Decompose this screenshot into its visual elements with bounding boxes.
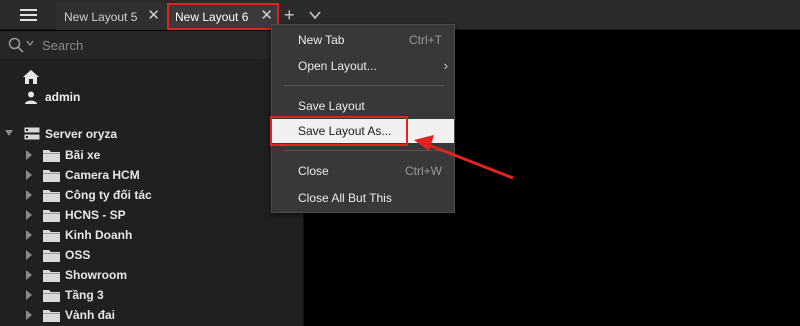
close-icon[interactable]: ✕ — [147, 8, 160, 24]
caret-right-icon[interactable] — [26, 170, 32, 180]
user-icon — [25, 91, 37, 104]
chevron-down-icon[interactable] — [26, 40, 34, 46]
server-icon — [24, 127, 40, 140]
tree-item-label: HCNS - SP — [65, 208, 126, 222]
caret-right-icon[interactable] — [26, 270, 32, 280]
menu-item-close[interactable]: Close Ctrl+W — [272, 159, 454, 183]
menu-separator — [284, 150, 444, 151]
search-icon[interactable] — [8, 37, 24, 53]
folder-icon — [43, 290, 60, 302]
menu-item-label: Open Layout... — [298, 59, 377, 73]
caret-right-icon[interactable] — [26, 210, 32, 220]
tree-item-server[interactable]: Server oryza — [0, 125, 304, 143]
menu-item-label: Close All But This — [298, 191, 392, 205]
tree-item-folder[interactable]: Showroom — [0, 265, 304, 285]
hamburger-menu-icon — [19, 9, 37, 21]
search-bar — [0, 31, 304, 59]
plus-icon[interactable]: + — [284, 5, 295, 25]
chevron-right-icon: › — [443, 58, 448, 73]
tab-new-layout-5[interactable]: New Layout 5 ✕ — [56, 3, 166, 30]
folder-icon — [43, 250, 60, 262]
home-icon[interactable] — [22, 69, 40, 85]
folder-icon — [43, 210, 60, 222]
main-menu-button[interactable] — [0, 0, 56, 30]
resource-tree-panel: admin Server oryza Bãi xe Camera HCM Côn… — [0, 31, 304, 326]
caret-right-icon[interactable] — [26, 310, 32, 320]
tree-item-label: Server oryza — [45, 127, 118, 141]
menu-item-close-all-but-this[interactable]: Close All But This — [272, 186, 454, 210]
menu-item-label: New Tab — [298, 33, 345, 47]
caret-right-icon[interactable] — [26, 190, 32, 200]
tab-label: New Layout 6 — [175, 9, 249, 24]
tab-new-layout-6[interactable]: New Layout 6 ✕ — [167, 3, 279, 30]
tree-item-label: Bãi xe — [65, 148, 101, 162]
tree-item-label: Tầng 3 — [65, 288, 104, 302]
folder-icon — [43, 190, 60, 202]
menu-item-shortcut: Ctrl+W — [405, 164, 442, 178]
menu-separator — [284, 85, 444, 86]
tree-item-label: Showroom — [65, 268, 127, 282]
caret-down-icon[interactable] — [5, 130, 13, 136]
menu-item-label: Save Layout — [298, 99, 365, 113]
tree-item-label: Camera HCM — [65, 168, 140, 182]
folder-icon — [43, 230, 60, 242]
folder-icon — [43, 270, 60, 282]
menu-item-save-layout[interactable]: Save Layout — [272, 94, 454, 118]
tab-context-menu: New Tab Ctrl+T Open Layout... › Save Lay… — [271, 24, 455, 213]
tab-label: New Layout 5 — [64, 9, 138, 24]
folder-list: Bãi xe Camera HCM Công ty đối tác HCNS -… — [0, 145, 304, 325]
menu-item-open-layout[interactable]: Open Layout... › — [272, 54, 454, 78]
folder-icon — [43, 310, 60, 322]
tree-item-folder[interactable]: Tầng 3 — [0, 285, 304, 305]
close-icon[interactable]: ✕ — [260, 8, 273, 24]
menu-item-label: Save Layout As... — [298, 124, 392, 138]
tree-item-folder[interactable]: HCNS - SP — [0, 205, 304, 225]
caret-right-icon[interactable] — [26, 250, 32, 260]
menu-item-save-layout-as[interactable]: Save Layout As... — [272, 119, 454, 143]
menu-item-shortcut: Ctrl+T — [409, 33, 442, 47]
tree-item-label: OSS — [65, 248, 91, 262]
tree-item-label: Kinh Doanh — [65, 228, 133, 242]
search-input[interactable] — [42, 35, 282, 55]
menu-item-new-tab[interactable]: New Tab Ctrl+T — [272, 28, 454, 52]
tree-item-folder[interactable]: OSS — [0, 245, 304, 265]
menu-item-label: Close — [298, 164, 329, 178]
folder-icon — [43, 170, 60, 182]
folder-icon — [43, 150, 60, 162]
caret-right-icon[interactable] — [26, 290, 32, 300]
caret-right-icon[interactable] — [26, 150, 32, 160]
tree-item-folder[interactable]: Bãi xe — [0, 145, 304, 165]
caret-right-icon[interactable] — [26, 230, 32, 240]
tree-item-label: Vành đai — [65, 308, 116, 322]
tree-item-label: Công ty đối tác — [65, 188, 152, 202]
chevron-down-icon[interactable] — [308, 8, 322, 22]
tree-item-folder[interactable]: Kinh Doanh — [0, 225, 304, 245]
tree-item-folder[interactable]: Vành đai — [0, 305, 304, 325]
tree-item-folder[interactable]: Camera HCM — [0, 165, 304, 185]
user-name[interactable]: admin — [45, 90, 80, 104]
tree-item-folder[interactable]: Công ty đối tác — [0, 185, 304, 205]
